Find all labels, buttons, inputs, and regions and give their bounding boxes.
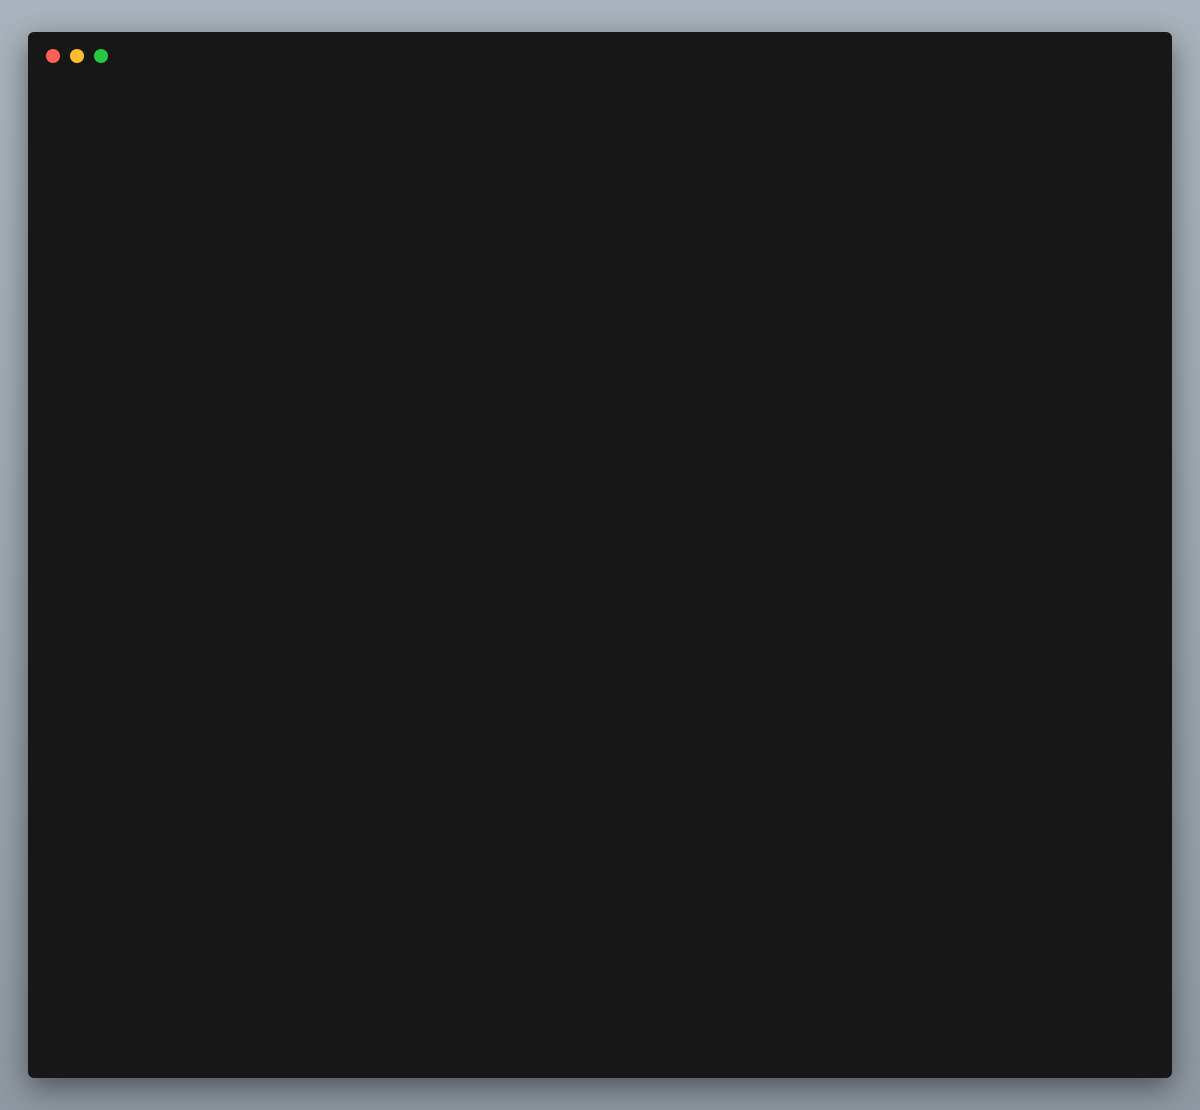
- terminal-window: [28, 32, 1172, 1078]
- window-controls: [46, 49, 108, 63]
- minimize-button[interactable]: [70, 49, 84, 63]
- maximize-button[interactable]: [94, 49, 108, 63]
- close-button[interactable]: [46, 49, 60, 63]
